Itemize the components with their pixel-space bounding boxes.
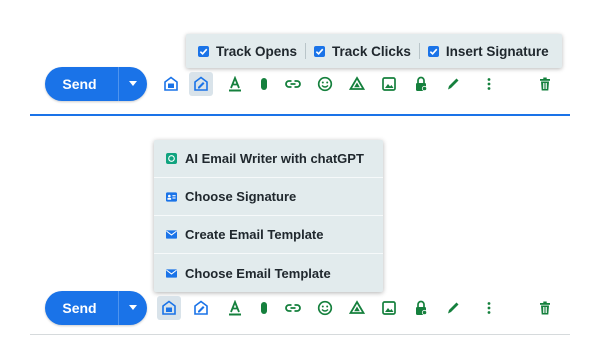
schedule-send-dropdown[interactable] bbox=[119, 67, 147, 101]
compose-toolbar bbox=[155, 67, 565, 101]
divider bbox=[305, 43, 307, 59]
track-clicks-label: Track Clicks bbox=[332, 43, 411, 59]
send-button-group[interactable]: Send bbox=[45, 67, 147, 101]
pen-icon[interactable] bbox=[443, 298, 463, 318]
menu-item-choose-signature[interactable]: Choose Signature bbox=[154, 178, 383, 216]
signature-icon[interactable] bbox=[191, 298, 211, 318]
more-options-icon[interactable] bbox=[479, 298, 499, 318]
confidential-lock-icon[interactable] bbox=[411, 74, 431, 94]
signature-card-icon bbox=[166, 191, 177, 202]
delete-icon[interactable] bbox=[535, 74, 555, 94]
menu-item-choose-email-template[interactable]: Choose Email Template bbox=[154, 254, 383, 292]
menu-item-ai-email-writer[interactable]: AI Email Writer with chatGPT bbox=[154, 140, 383, 178]
confidential-lock-icon[interactable] bbox=[411, 298, 431, 318]
compose-divider bbox=[30, 114, 570, 116]
signature-icon[interactable] bbox=[189, 72, 213, 96]
text-format-icon[interactable] bbox=[225, 298, 245, 318]
attach-icon[interactable] bbox=[254, 298, 274, 318]
track-opens-checkbox[interactable] bbox=[198, 45, 209, 57]
caret-down-icon bbox=[129, 81, 137, 86]
send-button[interactable]: Send bbox=[45, 291, 118, 325]
envelope-icon bbox=[166, 229, 177, 240]
envelope-icon bbox=[166, 268, 177, 279]
insert-signature-label: Insert Signature bbox=[445, 43, 549, 59]
attach-icon[interactable] bbox=[254, 74, 274, 94]
chatgpt-icon bbox=[166, 153, 177, 164]
compose-bottom-border bbox=[30, 334, 570, 335]
menu-item-label: AI Email Writer with chatGPT bbox=[185, 151, 364, 166]
photo-icon[interactable] bbox=[379, 74, 399, 94]
schedule-send-dropdown[interactable] bbox=[119, 291, 147, 325]
template-icon[interactable] bbox=[161, 74, 181, 94]
drive-icon[interactable] bbox=[347, 74, 367, 94]
menu-item-create-email-template[interactable]: Create Email Template bbox=[154, 216, 383, 254]
menu-item-label: Choose Signature bbox=[185, 189, 297, 204]
divider bbox=[418, 43, 420, 59]
template-icon[interactable] bbox=[157, 296, 181, 320]
track-clicks-checkbox[interactable] bbox=[314, 45, 326, 57]
insert-signature-checkbox[interactable] bbox=[427, 45, 439, 57]
emoji-icon[interactable] bbox=[315, 298, 335, 318]
compose-toolbar bbox=[155, 291, 565, 325]
emoji-icon[interactable] bbox=[315, 74, 335, 94]
menu-item-label: Create Email Template bbox=[185, 227, 324, 242]
send-button-group[interactable]: Send bbox=[45, 291, 147, 325]
track-opens-option[interactable]: Track Opens bbox=[198, 44, 297, 59]
photo-icon[interactable] bbox=[379, 298, 399, 318]
text-format-icon[interactable] bbox=[225, 74, 245, 94]
more-options-icon[interactable] bbox=[479, 74, 499, 94]
caret-down-icon bbox=[129, 305, 137, 310]
template-menu: AI Email Writer with chatGPT Choose Sign… bbox=[154, 140, 383, 292]
menu-item-label: Choose Email Template bbox=[185, 265, 331, 281]
link-icon[interactable] bbox=[283, 298, 303, 318]
insert-signature-option[interactable]: Insert Signature bbox=[427, 43, 549, 59]
tracking-options-popup: Track Opens Track Clicks Insert Signatur… bbox=[186, 34, 562, 68]
track-clicks-option[interactable]: Track Clicks bbox=[314, 44, 411, 59]
track-opens-label: Track Opens bbox=[216, 43, 298, 59]
link-icon[interactable] bbox=[283, 74, 303, 94]
drive-icon[interactable] bbox=[347, 298, 367, 318]
delete-icon[interactable] bbox=[535, 298, 555, 318]
send-button[interactable]: Send bbox=[45, 67, 118, 101]
pen-icon[interactable] bbox=[443, 74, 463, 94]
